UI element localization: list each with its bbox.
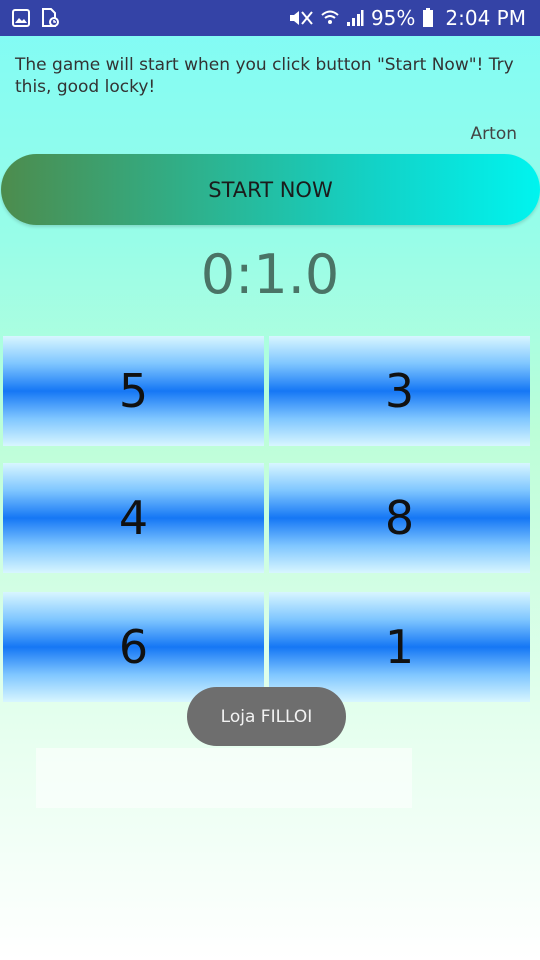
status-bar: 95% 2:04 PM	[0, 0, 540, 36]
start-now-button[interactable]: START NOW	[1, 154, 540, 225]
file-icon	[40, 8, 60, 28]
toast-message: Loja FILLOI	[187, 687, 346, 746]
bottom-panel	[36, 748, 412, 808]
timer-display: 0:1.0	[200, 243, 340, 306]
mute-icon	[288, 9, 314, 27]
battery-icon	[422, 8, 434, 28]
number-tile[interactable]: 5	[3, 336, 264, 446]
author-label: Arton	[470, 124, 517, 144]
status-right-icons: 95% 2:04 PM	[288, 6, 526, 30]
number-tile[interactable]: 4	[3, 463, 264, 573]
number-tile[interactable]: 6	[3, 592, 264, 702]
status-left-icons	[12, 8, 60, 28]
instructions-text: The game will start when you click butto…	[15, 55, 514, 97]
wifi-icon	[321, 9, 339, 27]
battery-percent: 95%	[370, 6, 416, 30]
number-tile[interactable]: 8	[269, 463, 530, 573]
number-tile[interactable]: 3	[269, 336, 530, 446]
signal-icon	[346, 9, 364, 27]
image-icon	[12, 9, 30, 27]
number-tile[interactable]: 1	[269, 592, 530, 702]
clock: 2:04 PM	[445, 6, 526, 30]
